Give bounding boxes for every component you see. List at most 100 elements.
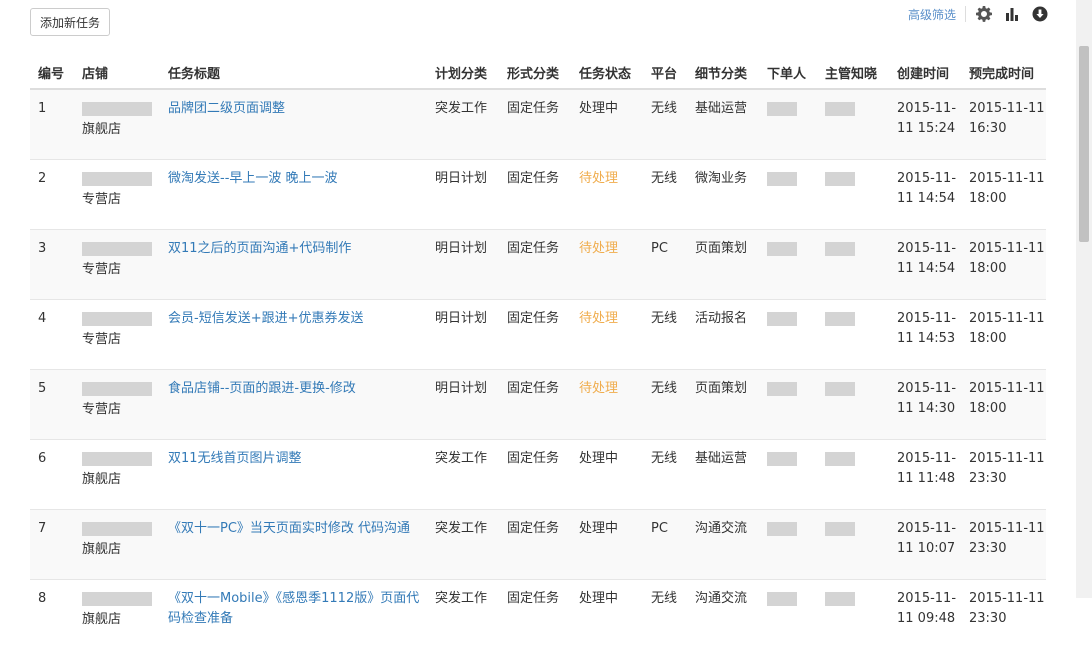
form-category: 固定任务 [499,440,571,510]
column-header[interactable]: 形式分类 [499,56,571,89]
redacted-store-name [82,172,152,186]
table-row[interactable]: 3专营店双11之后的页面沟通+代码制作明日计划固定任务待处理PC页面策划2015… [30,230,1046,300]
manager-aware-cell [817,440,889,510]
redacted-manager [825,242,855,256]
orderer-cell [759,510,817,580]
due-time: 2015-11-11 18:00 [961,300,1046,370]
redacted-store-name [82,382,152,396]
task-title-link[interactable]: 双11之后的页面沟通+代码制作 [168,241,351,256]
created-time: 2015-11-11 14:54 [889,160,961,230]
redacted-store-name [82,522,152,536]
redacted-manager [825,452,855,466]
detail-category: 基础运营 [687,89,759,160]
column-header[interactable]: 主管知晓 [817,56,889,89]
column-header[interactable]: 细节分类 [687,56,759,89]
task-title-link[interactable]: 品牌团二级页面调整 [168,101,285,116]
task-title-cell: 双11无线首页图片调整 [160,440,427,510]
plan-category: 明日计划 [427,160,499,230]
form-category: 固定任务 [499,89,571,160]
redacted-store-name [82,452,152,466]
form-category: 固定任务 [499,370,571,440]
detail-category: 页面策划 [687,230,759,300]
redacted-orderer [767,242,797,256]
store-cell: 旗舰店 [74,440,160,510]
task-status: 处理中 [571,440,643,510]
task-title-link[interactable]: 《双十一Mobile》《感恩季1112版》页面代码检查准备 [168,591,419,626]
due-time: 2015-11-11 23:30 [961,510,1046,580]
plan-category: 明日计划 [427,300,499,370]
table-row[interactable]: 2专营店微淘发送--早上一波 晚上一波明日计划固定任务待处理无线微淘业务2015… [30,160,1046,230]
download-icon[interactable] [1032,6,1048,22]
add-task-button[interactable]: 添加新任务 [30,8,110,36]
redacted-orderer [767,522,797,536]
column-header[interactable]: 平台 [643,56,687,89]
platform: 无线 [643,370,687,440]
table-row[interactable]: 4专营店会员-短信发送+跟进+优惠券发送明日计划固定任务待处理无线活动报名201… [30,300,1046,370]
redacted-orderer [767,172,797,186]
platform: 无线 [643,440,687,510]
table-row[interactable]: 6旗舰店双11无线首页图片调整突发工作固定任务处理中无线基础运营2015-11-… [30,440,1046,510]
redacted-orderer [767,592,797,606]
store-suffix: 旗舰店 [82,470,160,490]
due-time: 2015-11-11 18:00 [961,160,1046,230]
table-header-row: 编号店铺任务标题计划分类形式分类任务状态平台细节分类下单人主管知晓创建时间预完成… [30,56,1046,89]
manager-aware-cell [817,160,889,230]
bar-chart-icon[interactable] [1004,6,1020,22]
manager-aware-cell [817,230,889,300]
platform: 无线 [643,580,687,649]
form-category: 固定任务 [499,580,571,649]
column-header[interactable]: 任务标题 [160,56,427,89]
toolbar-divider [965,6,966,22]
manager-aware-cell [817,300,889,370]
task-table: 编号店铺任务标题计划分类形式分类任务状态平台细节分类下单人主管知晓创建时间预完成… [30,56,1046,649]
task-title-link[interactable]: 《双十一PC》当天页面实时修改 代码沟通 [168,521,410,536]
platform: PC [643,230,687,300]
orderer-cell [759,440,817,510]
advanced-filter-link[interactable]: 高级筛选 [908,6,956,23]
detail-category: 基础运营 [687,440,759,510]
task-title-link[interactable]: 双11无线首页图片调整 [168,451,302,466]
store-suffix: 专营店 [82,400,160,420]
top-toolbar: 高级筛选 [908,4,1048,24]
plan-category: 突发工作 [427,440,499,510]
table-row[interactable]: 1旗舰店品牌团二级页面调整突发工作固定任务处理中无线基础运营2015-11-11… [30,89,1046,160]
created-time: 2015-11-11 15:24 [889,89,961,160]
column-header[interactable]: 店铺 [74,56,160,89]
table-row[interactable]: 7旗舰店《双十一PC》当天页面实时修改 代码沟通突发工作固定任务处理中PC沟通交… [30,510,1046,580]
store-cell: 专营店 [74,230,160,300]
column-header[interactable]: 编号 [30,56,74,89]
store-suffix: 旗舰店 [82,540,160,560]
column-header[interactable]: 计划分类 [427,56,499,89]
task-title-cell: 《双十一PC》当天页面实时修改 代码沟通 [160,510,427,580]
form-category: 固定任务 [499,230,571,300]
task-title-link[interactable]: 微淘发送--早上一波 晚上一波 [168,171,338,186]
task-id: 1 [30,89,74,160]
vertical-scrollbar[interactable] [1076,0,1092,598]
task-title-cell: 会员-短信发送+跟进+优惠券发送 [160,300,427,370]
column-header[interactable]: 下单人 [759,56,817,89]
store-cell: 专营店 [74,370,160,440]
task-title-cell: 双11之后的页面沟通+代码制作 [160,230,427,300]
platform: PC [643,510,687,580]
plan-category: 突发工作 [427,89,499,160]
created-time: 2015-11-11 11:48 [889,440,961,510]
column-header[interactable]: 创建时间 [889,56,961,89]
task-title-link[interactable]: 会员-短信发送+跟进+优惠券发送 [168,311,363,326]
table-row[interactable]: 5专营店食品店铺--页面的跟进-更换-修改明日计划固定任务待处理无线页面策划20… [30,370,1046,440]
created-time: 2015-11-11 09:48 [889,580,961,649]
scrollbar-thumb[interactable] [1079,46,1089,242]
column-header[interactable]: 任务状态 [571,56,643,89]
task-title-link[interactable]: 食品店铺--页面的跟进-更换-修改 [168,381,356,396]
detail-category: 微淘业务 [687,160,759,230]
task-title-cell: 《双十一Mobile》《感恩季1112版》页面代码检查准备 [160,580,427,649]
column-header[interactable]: 预完成时间 [961,56,1046,89]
platform: 无线 [643,300,687,370]
due-time: 2015-11-11 16:30 [961,89,1046,160]
redacted-manager [825,522,855,536]
store-suffix: 专营店 [82,190,160,210]
task-status: 处理中 [571,580,643,649]
redacted-manager [825,312,855,326]
table-row[interactable]: 8旗舰店《双十一Mobile》《感恩季1112版》页面代码检查准备突发工作固定任… [30,580,1046,649]
task-title-cell: 品牌团二级页面调整 [160,89,427,160]
gear-icon[interactable] [976,6,992,22]
